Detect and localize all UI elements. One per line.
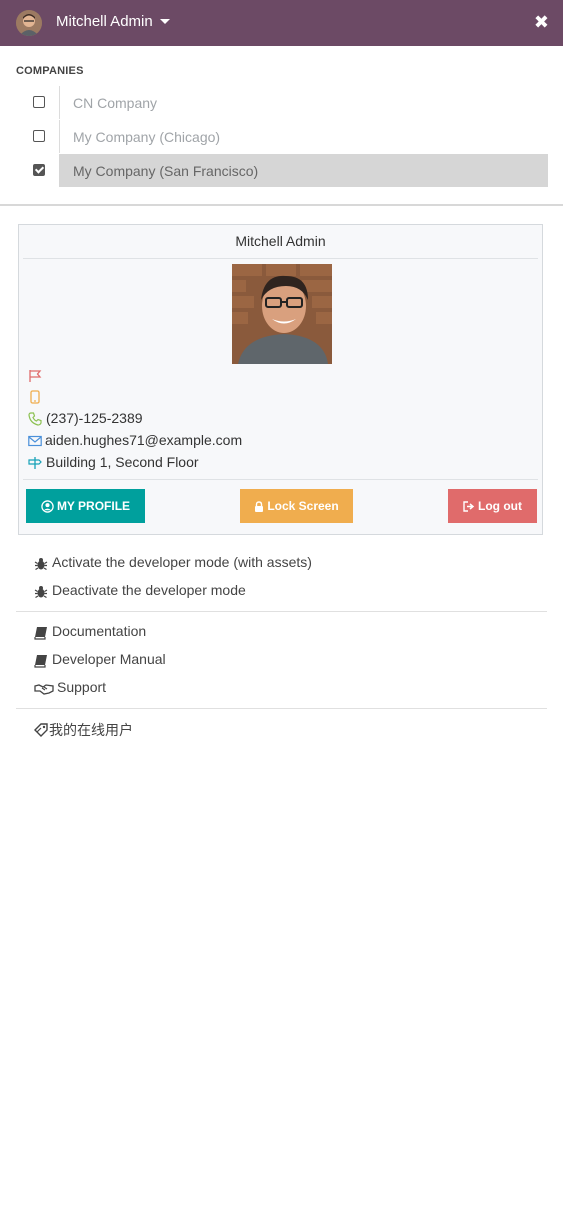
section-divider [0, 204, 563, 206]
card-divider [23, 479, 538, 480]
company-row-cn[interactable]: CN Company [16, 86, 547, 119]
top-bar: Mitchell Admin ✖ [0, 0, 563, 46]
companies-heading: COMPANIES [16, 65, 84, 77]
caret-down-icon[interactable] [160, 19, 170, 24]
bug-icon [34, 558, 48, 571]
company-checkbox-cell[interactable] [16, 120, 59, 153]
company-checkbox-checked[interactable] [33, 164, 45, 176]
my-profile-button[interactable]: MY PROFILE [26, 489, 145, 523]
sign-out-icon [463, 500, 475, 512]
company-name-cell-active[interactable]: My Company (San Francisco) [59, 154, 548, 187]
menu-item-label: Deactivate the developer mode [52, 582, 246, 598]
company-name-cell[interactable]: My Company (Chicago) [59, 120, 548, 153]
handshake-icon [34, 684, 54, 695]
card-divider [23, 258, 538, 259]
book-icon [34, 655, 47, 668]
mobile-icon [30, 390, 40, 404]
lock-icon [255, 500, 264, 512]
company-name-cell[interactable]: CN Company [59, 86, 548, 119]
menu-item-label: Developer Manual [52, 651, 166, 667]
my-profile-label: MY PROFILE [56, 499, 131, 513]
company-checkbox-cell[interactable] [16, 86, 59, 119]
company-checkbox[interactable] [33, 96, 45, 108]
company-name: CN Company [73, 95, 158, 111]
email-address: aiden.hughes71@example.com [45, 432, 243, 448]
company-checkbox[interactable] [33, 130, 45, 142]
company-name: My Company (Chicago) [73, 129, 221, 145]
menu-item-label: Documentation [52, 623, 147, 639]
menu-divider [16, 708, 547, 709]
user-menu-toggle[interactable]: Mitchell Admin [56, 13, 153, 30]
profile-card: Mitchell Admin (237)-125-2389 aiden.hugh… [18, 224, 543, 535]
profile-photo [232, 264, 332, 364]
profile-name: Mitchell Admin [235, 233, 326, 249]
menu-item-label: Activate the developer mode (with assets… [52, 554, 312, 570]
close-icon[interactable]: ✖ [534, 12, 549, 32]
user-avatar[interactable] [16, 10, 42, 36]
lock-screen-label: Lock Screen [267, 499, 339, 513]
phone-number: (237)-125-2389 [46, 410, 143, 426]
tag-icon [34, 723, 48, 737]
company-checkbox-cell[interactable] [16, 154, 59, 187]
menu-item-label: Support [57, 679, 107, 695]
flag-icon [29, 370, 42, 382]
user-circle-icon [41, 499, 54, 513]
lock-screen-button[interactable]: Lock Screen [240, 489, 353, 523]
company-row-san-francisco[interactable]: My Company (San Francisco) [16, 154, 548, 187]
menu-item-label: 我的在线用户 [49, 722, 133, 738]
bug-icon [34, 586, 48, 599]
phone-icon [28, 412, 42, 426]
log-out-button[interactable]: Log out [448, 489, 537, 523]
company-name: My Company (San Francisco) [73, 163, 259, 179]
log-out-label: Log out [478, 499, 522, 513]
signpost-icon [28, 457, 42, 469]
envelope-icon [28, 435, 42, 447]
menu-divider [16, 611, 547, 612]
work-location: Building 1, Second Floor [46, 454, 199, 470]
company-row-chicago[interactable]: My Company (Chicago) [16, 120, 547, 153]
book-icon [34, 627, 47, 640]
